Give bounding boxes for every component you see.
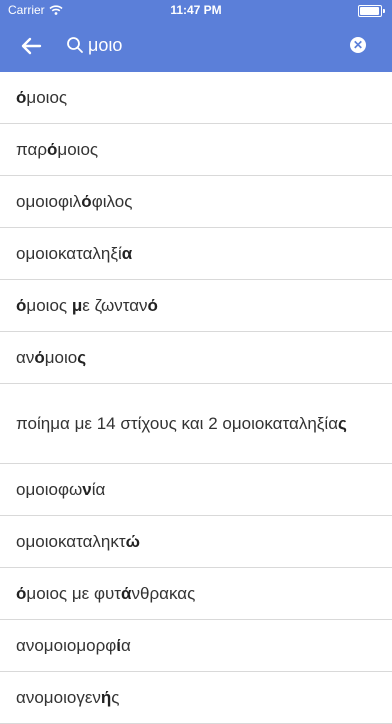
result-item[interactable]: ανομοιομορφία [0, 620, 392, 672]
back-button[interactable] [18, 34, 44, 58]
search-header: ✕ [0, 20, 392, 72]
status-time: 11:47 PM [170, 3, 222, 17]
search-icon [67, 37, 83, 53]
result-item[interactable]: ανομοιογενής [0, 672, 392, 724]
battery-icon [358, 5, 385, 17]
result-label: όμοιος με ζωντανό [16, 295, 158, 315]
status-bar: Carrier 11:47 PM [0, 0, 392, 20]
result-label: ανομοιομορφία [16, 635, 131, 655]
result-label: παρόμοιος [16, 139, 99, 159]
result-item[interactable]: όμοιος με ζωντανό [0, 280, 392, 332]
result-label: ομοιοφιλόφιλος [16, 191, 133, 211]
result-item[interactable]: ομοιοφωνία [0, 464, 392, 516]
result-item[interactable]: ποίημα με 14 στίχους και 2 ομοιοκαταληξί… [0, 384, 392, 464]
back-arrow-icon [21, 37, 42, 55]
result-item[interactable]: ομοιοκαταληκτώ [0, 516, 392, 568]
result-label: ανομοιογενής [16, 687, 120, 707]
result-label: ομοιοφωνία [16, 479, 106, 499]
result-item[interactable]: παρόμοιος [0, 124, 392, 176]
result-item[interactable]: ανόμοιος [0, 332, 392, 384]
result-label: όμοιος [16, 87, 68, 107]
result-item[interactable]: όμοιος με φυτάνθρακας [0, 568, 392, 620]
results-list: όμοιος παρόμοιος ομοιοφιλόφιλος ομοιοκαταλη… [0, 72, 392, 724]
result-label: ομοιοκαταληκτώ [16, 531, 140, 551]
result-item[interactable]: ομοιοκαταληξία [0, 228, 392, 280]
result-label: ποίημα με 14 στίχους και 2 ομοιοκαταληξί… [16, 413, 347, 433]
result-label: ομοιοκαταληξία [16, 243, 133, 263]
result-item[interactable]: ομοιοφιλόφιλος [0, 176, 392, 228]
clear-icon: ✕ [352, 38, 364, 52]
search-input[interactable] [88, 32, 328, 58]
result-label: ανόμοιος [16, 347, 87, 367]
result-label: όμοιος με φυτάνθρακας [16, 583, 196, 603]
result-item[interactable]: όμοιος [0, 72, 392, 124]
clear-search-button[interactable]: ✕ [350, 37, 366, 53]
